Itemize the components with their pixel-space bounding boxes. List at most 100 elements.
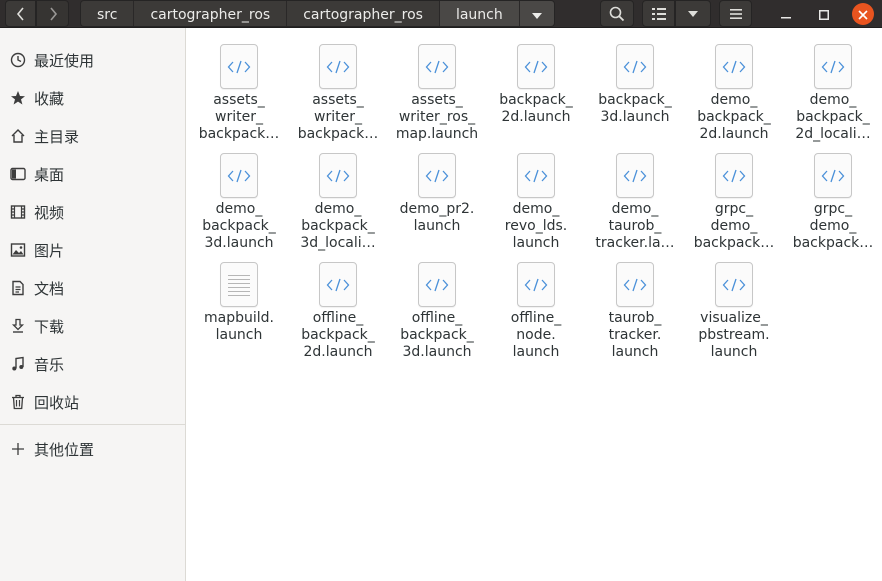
search-button[interactable]: [600, 0, 634, 27]
code-file-icon: [814, 153, 852, 198]
file-name: demo_ backpack_ 3d.launch: [202, 201, 276, 251]
document-icon: [9, 279, 27, 297]
sidebar-item-music[interactable]: 音乐: [0, 345, 185, 383]
list-view-icon: [651, 7, 666, 20]
plus-icon: [9, 440, 27, 458]
file-name: taurob_ tracker. launch: [608, 310, 662, 360]
picture-icon: [9, 241, 27, 259]
clock-icon: [9, 51, 27, 69]
minimize-button[interactable]: [775, 3, 797, 25]
sidebar-item-trash[interactable]: 回收站: [0, 383, 185, 421]
chevron-left-icon: [16, 6, 26, 21]
search-icon: [609, 6, 625, 22]
video-icon: [9, 203, 27, 221]
file-name: offline_ backpack_ 2d.launch: [301, 310, 375, 360]
sidebar-item-label: 其他位置: [34, 440, 95, 459]
file-name: assets_ writer_ros_ map.launch: [395, 92, 479, 142]
sidebar-item-pictures[interactable]: 图片: [0, 231, 185, 269]
sidebar-divider: [0, 424, 185, 425]
file-name: grpc_ demo_ backpack…: [792, 201, 874, 251]
sidebar: 最近使用 收藏 主目录 桌面 视频 图片 文档 下载 音乐 回收站 其他位置: [0, 28, 186, 581]
breadcrumb-item-src[interactable]: src: [81, 1, 135, 26]
text-file-icon: [220, 262, 258, 307]
file-name: demo_ backpack_ 2d_locali…: [795, 92, 871, 142]
sidebar-item-label: 主目录: [34, 127, 80, 146]
code-file-icon: [616, 153, 654, 198]
list-view-button[interactable]: [642, 0, 675, 27]
code-file-icon: [715, 44, 753, 89]
star-icon: [9, 89, 27, 107]
sidebar-item-recent[interactable]: 最近使用: [0, 41, 185, 79]
close-icon: [858, 5, 868, 24]
chevron-right-icon: [48, 6, 58, 21]
code-file-icon: [517, 44, 555, 89]
sidebar-item-label: 桌面: [34, 165, 65, 184]
breadcrumb: src cartographer_ros cartographer_ros la…: [80, 0, 555, 27]
view-options-button[interactable]: [675, 0, 711, 27]
code-file-icon: [616, 262, 654, 307]
file-name: offline_ backpack_ 3d.launch: [400, 310, 474, 360]
file-name: assets_ writer_ backpack…: [198, 92, 280, 142]
file-name: backpack_ 2d.launch: [499, 92, 573, 125]
file-name: visualize_ pbstream. launch: [698, 310, 770, 360]
code-file-icon: [715, 262, 753, 307]
file-grid: assets_ writer_ backpack… assets_ writer_…: [187, 28, 882, 581]
desktop-icon: [9, 165, 27, 183]
trash-icon: [9, 393, 27, 411]
breadcrumb-item-launch[interactable]: launch: [439, 1, 520, 26]
minimize-icon: [781, 5, 791, 24]
close-button[interactable]: [852, 3, 874, 25]
code-file-icon: [220, 153, 258, 198]
sidebar-item-videos[interactable]: 视频: [0, 193, 185, 231]
sidebar-item-label: 最近使用: [34, 51, 95, 70]
sidebar-item-desktop[interactable]: 桌面: [0, 155, 185, 193]
file-name: grpc_ demo_ backpack…: [693, 201, 775, 251]
file-name: demo_ backpack_ 3d_locali…: [300, 201, 376, 251]
maximize-icon: [819, 5, 829, 24]
code-file-icon: [715, 153, 753, 198]
sidebar-item-other-locations[interactable]: 其他位置: [0, 430, 185, 468]
code-file-icon: [814, 44, 852, 89]
chevron-down-icon: [688, 10, 698, 17]
code-file-icon: [418, 44, 456, 89]
sidebar-item-documents[interactable]: 文档: [0, 269, 185, 307]
code-file-icon: [319, 262, 357, 307]
forward-button[interactable]: [36, 0, 69, 27]
code-file-icon: [319, 44, 357, 89]
file-name: demo_ revo_lds. launch: [504, 201, 568, 251]
breadcrumb-item-cartographer-ros[interactable]: cartographer_ros: [287, 1, 440, 26]
sidebar-item-label: 回收站: [34, 393, 80, 412]
music-icon: [9, 355, 27, 373]
download-icon: [9, 317, 27, 335]
code-file-icon: [517, 153, 555, 198]
file-name: demo_ taurob_ tracker.la…: [595, 201, 675, 251]
header-bar: src cartographer_ros cartographer_ros la…: [0, 0, 882, 28]
code-file-icon: [418, 153, 456, 198]
file-name: assets_ writer_ backpack…: [297, 92, 379, 142]
breadcrumb-menu-button[interactable]: [519, 1, 554, 26]
code-file-icon: [517, 262, 555, 307]
back-button[interactable]: [5, 0, 36, 27]
code-file-icon: [319, 153, 357, 198]
code-file-icon: [616, 44, 654, 89]
sidebar-item-label: 图片: [34, 241, 65, 260]
sidebar-item-label: 音乐: [34, 355, 65, 374]
code-file-icon: [418, 262, 456, 307]
file-name: offline_ node. launch: [510, 310, 562, 360]
code-file-icon: [220, 44, 258, 89]
file-name: demo_ backpack_ 2d.launch: [697, 92, 771, 142]
hamburger-menu-icon: [729, 8, 742, 19]
sidebar-item-home[interactable]: 主目录: [0, 117, 185, 155]
sidebar-item-label: 收藏: [34, 89, 65, 108]
home-icon: [9, 127, 27, 145]
main-menu-button[interactable]: [719, 0, 752, 27]
file-name: demo_pr2. launch: [399, 201, 475, 234]
maximize-button[interactable]: [813, 3, 835, 25]
sidebar-item-downloads[interactable]: 下载: [0, 307, 185, 345]
sidebar-item-label: 视频: [34, 203, 65, 222]
breadcrumb-item-cartographer-ros-parent[interactable]: cartographer_ros: [134, 1, 288, 26]
file-name: mapbuild. launch: [204, 310, 274, 343]
sidebar-item-starred[interactable]: 收藏: [0, 79, 185, 117]
sidebar-item-label: 文档: [34, 279, 65, 298]
chevron-down-icon: [531, 7, 542, 23]
